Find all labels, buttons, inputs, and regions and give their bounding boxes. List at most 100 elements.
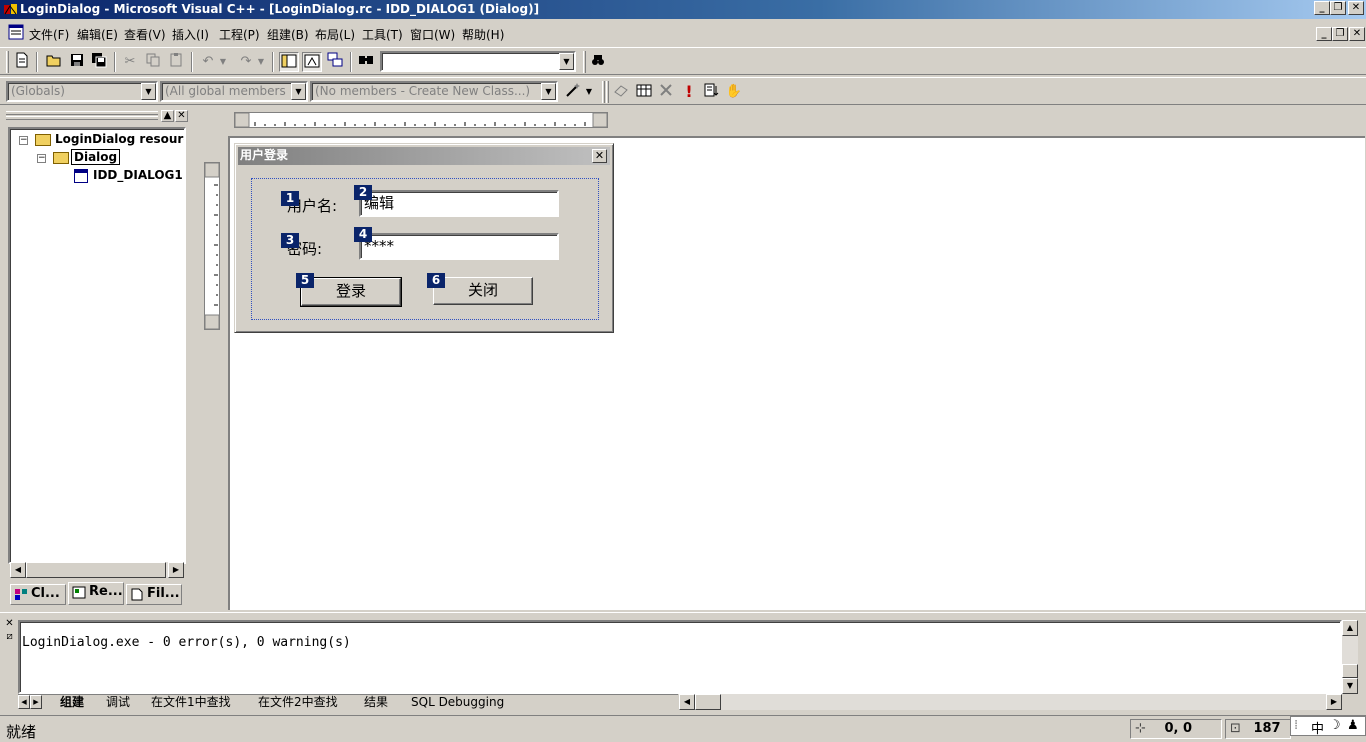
- output-tab-sql-debugging[interactable]: SQL Debugging: [411, 695, 504, 710]
- cut-icon[interactable]: ✂: [120, 52, 140, 72]
- collapse-icon[interactable]: −: [37, 154, 46, 163]
- window-list-icon[interactable]: [325, 52, 345, 72]
- paste-icon[interactable]: [166, 52, 186, 72]
- workspace-close-button[interactable]: ✕: [175, 110, 188, 122]
- workspace-hscrollbar[interactable]: ◀ ▶: [10, 562, 184, 578]
- tree-dialog-folder[interactable]: Dialog: [71, 149, 121, 165]
- horizontal-ruler[interactable]: [234, 112, 608, 128]
- dialog-titlebar[interactable]: 用户登录 ✕: [238, 147, 610, 165]
- collapse-icon[interactable]: −: [19, 136, 28, 145]
- login-dialog-preview[interactable]: 用户登录 ✕ 用户名: 编辑 密码: **** 登录 关闭 1 2 3 4 5 …: [234, 143, 614, 333]
- close-dialog-button[interactable]: 关闭: [433, 277, 533, 305]
- tab-scroll-prev-icon[interactable]: ▶: [30, 695, 42, 709]
- menu-insert[interactable]: 插入(I): [172, 26, 209, 43]
- resource-tree[interactable]: − LoginDialog resourc − Dialog IDD_DIALO…: [8, 127, 186, 564]
- breakpoint-hand-icon[interactable]: ✋: [724, 82, 744, 102]
- ime-moon-icon[interactable]: ☽: [1329, 718, 1341, 733]
- output-toggle-icon[interactable]: [302, 52, 322, 72]
- menu-tools[interactable]: 工具(T): [362, 26, 403, 43]
- toolbar-grip[interactable]: [583, 51, 586, 73]
- mdi-restore-button[interactable]: ❐: [1332, 27, 1348, 41]
- ime-mode-chinese[interactable]: 中: [1311, 718, 1324, 737]
- workspace-toggle-icon[interactable]: [279, 52, 299, 72]
- find-in-files-icon[interactable]: [356, 52, 376, 72]
- wizard-wand-icon[interactable]: [563, 82, 583, 102]
- mdi-minimize-button[interactable]: _: [1316, 27, 1332, 41]
- menu-project[interactable]: 工程(P): [219, 26, 260, 43]
- chevron-down-icon[interactable]: ▼: [541, 83, 556, 100]
- scroll-left-icon[interactable]: ◀: [10, 562, 26, 578]
- minimize-button[interactable]: _: [1314, 1, 1330, 15]
- tree-dialog-item[interactable]: IDD_DIALOG1: [93, 168, 183, 182]
- menu-window[interactable]: 窗口(W): [410, 26, 455, 43]
- menu-view[interactable]: 查看(V): [124, 26, 166, 43]
- toolbar-grip[interactable]: [602, 81, 605, 103]
- tab-fileview[interactable]: Fil...: [126, 584, 182, 605]
- execute-icon[interactable]: !: [679, 82, 699, 102]
- menu-build[interactable]: 组建(B): [267, 26, 309, 43]
- output-hscrollbar[interactable]: ◀ ▶: [679, 694, 1342, 710]
- undo-icon[interactable]: ↶: [198, 52, 218, 72]
- open-folder-icon[interactable]: [44, 52, 64, 72]
- scroll-down-icon[interactable]: ▼: [1342, 678, 1358, 694]
- save-icon[interactable]: [67, 52, 87, 72]
- chevron-down-icon[interactable]: ▼: [559, 53, 574, 70]
- scroll-up-icon[interactable]: ▲: [1342, 620, 1358, 636]
- menu-edit[interactable]: 编辑(E): [77, 26, 118, 43]
- members-combo[interactable]: (No members - Create New Class...) ▼: [310, 81, 558, 102]
- output-tab-results[interactable]: 结果: [364, 695, 388, 710]
- vertical-ruler[interactable]: [204, 162, 220, 330]
- menu-help[interactable]: 帮助(H): [462, 26, 504, 43]
- tab-classview[interactable]: Cl...: [10, 584, 66, 605]
- chevron-down-icon[interactable]: ▼: [141, 83, 156, 100]
- tab-order-badge[interactable]: 4: [354, 227, 372, 242]
- save-all-icon[interactable]: [89, 52, 109, 72]
- tab-scroll-first-icon[interactable]: ◀: [18, 695, 30, 709]
- ime-toolbar[interactable]: ⁞ 中 ☽ ♟: [1290, 716, 1366, 737]
- compile-icon[interactable]: [611, 82, 631, 102]
- toolbar-grip[interactable]: [6, 51, 9, 73]
- filter-combo[interactable]: (All global members ▼: [160, 81, 308, 102]
- class-combo[interactable]: (Globals) ▼: [6, 81, 158, 102]
- find-combo[interactable]: ▼: [380, 51, 576, 72]
- scroll-thumb[interactable]: [695, 694, 721, 710]
- tab-resourceview[interactable]: Re...: [68, 582, 124, 605]
- ime-grip-icon[interactable]: ⁞: [1294, 718, 1298, 733]
- menu-file[interactable]: 文件(F): [29, 26, 69, 43]
- go-icon[interactable]: [701, 82, 721, 102]
- output-close-icon[interactable]: ✕: [3, 619, 16, 631]
- workspace-grip[interactable]: [6, 111, 158, 115]
- tab-order-badge[interactable]: 5: [296, 273, 314, 288]
- toolbar-grip[interactable]: [606, 81, 609, 103]
- scroll-right-icon[interactable]: ▶: [1326, 694, 1342, 710]
- workspace-maximize-button[interactable]: ▲: [161, 110, 174, 122]
- restore-button[interactable]: ❐: [1330, 1, 1346, 15]
- wizard-dropdown-icon[interactable]: ▼: [583, 82, 595, 102]
- scroll-right-icon[interactable]: ▶: [168, 562, 184, 578]
- tree-root-node[interactable]: LoginDialog resourc: [55, 132, 184, 146]
- undo-dropdown-icon[interactable]: ▼: [217, 52, 229, 72]
- output-tab-find1[interactable]: 在文件1中查找: [151, 695, 231, 710]
- tab-order-badge[interactable]: 3: [281, 233, 299, 248]
- redo-icon[interactable]: ↷: [236, 52, 256, 72]
- output-tab-debug[interactable]: 调试: [106, 695, 130, 710]
- output-tab-build[interactable]: 组建: [60, 695, 84, 710]
- find-binoculars-icon[interactable]: [588, 52, 608, 72]
- chevron-down-icon[interactable]: ▼: [291, 83, 306, 100]
- output-text-area[interactable]: [18, 620, 1342, 694]
- new-file-icon[interactable]: [12, 52, 32, 72]
- output-tab-find2[interactable]: 在文件2中查找: [258, 695, 338, 710]
- scroll-thumb[interactable]: [26, 562, 166, 578]
- scroll-left-icon[interactable]: ◀: [679, 694, 695, 710]
- tab-order-badge[interactable]: 6: [427, 273, 445, 288]
- stop-build-icon[interactable]: [656, 82, 676, 102]
- output-grip-icon[interactable]: ⧄: [3, 632, 16, 644]
- workspace-grip[interactable]: [6, 116, 158, 120]
- copy-icon[interactable]: [143, 52, 163, 72]
- menu-layout[interactable]: 布局(L): [315, 26, 355, 43]
- tab-order-badge[interactable]: 1: [281, 191, 299, 206]
- redo-dropdown-icon[interactable]: ▼: [255, 52, 267, 72]
- ime-user-icon[interactable]: ♟: [1347, 718, 1359, 733]
- scroll-thumb[interactable]: [1342, 664, 1358, 678]
- build-icon[interactable]: [634, 82, 654, 102]
